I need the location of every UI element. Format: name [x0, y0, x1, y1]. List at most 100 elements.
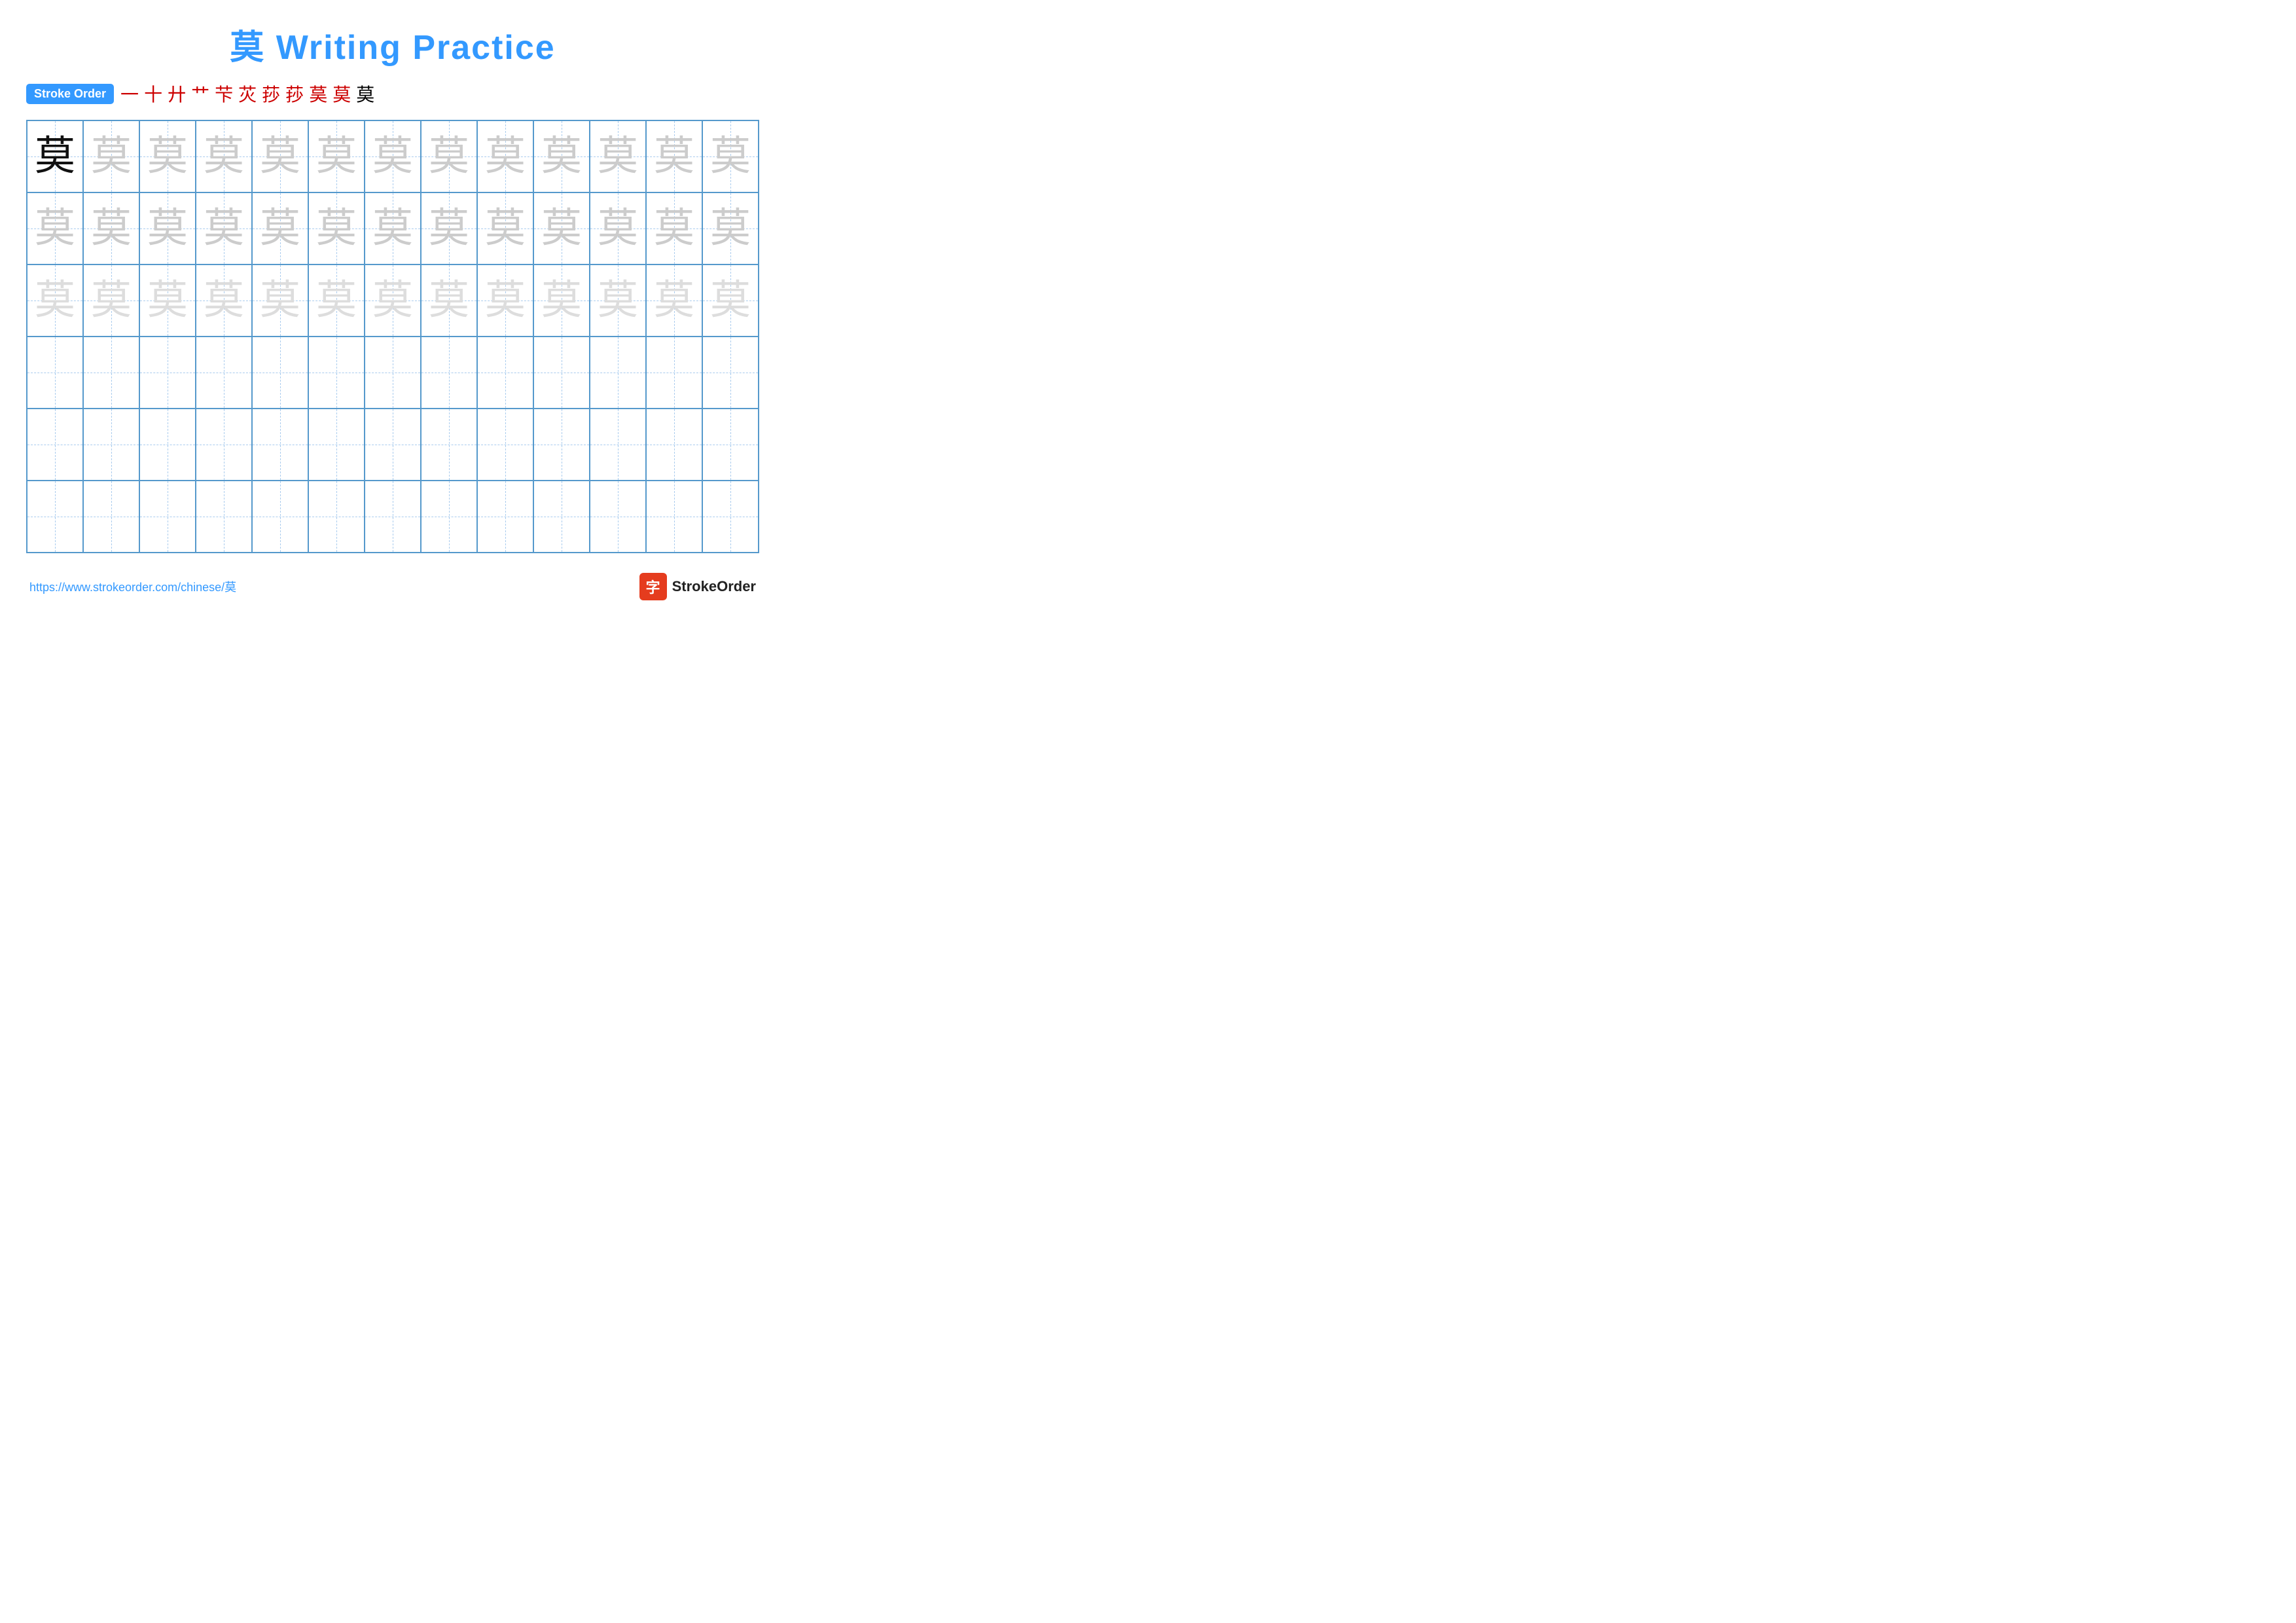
- grid-cell: 莫: [308, 264, 365, 337]
- grid-cell: [83, 337, 139, 409]
- grid-char: 莫: [654, 136, 694, 177]
- grid-cell: 莫: [646, 192, 702, 264]
- grid-char: 莫: [429, 280, 469, 321]
- grid-cell: [477, 409, 533, 481]
- grid-cell: 莫: [252, 120, 308, 192]
- grid-cell: 莫: [308, 192, 365, 264]
- grid-cell: 莫: [27, 120, 83, 192]
- stroke-8: 莏: [285, 81, 304, 107]
- grid-cell: 莫: [365, 264, 421, 337]
- stroke-1: 一: [120, 81, 139, 107]
- grid-cell: [421, 481, 477, 553]
- grid-cell: 莫: [252, 192, 308, 264]
- grid-cell: 莫: [533, 120, 590, 192]
- grid-char: 莫: [485, 136, 526, 177]
- grid-char: 莫: [429, 136, 469, 177]
- stroke-order-badge: Stroke Order: [26, 84, 114, 104]
- grid-cell: [477, 337, 533, 409]
- grid-cell: [252, 481, 308, 553]
- grid-cell: [590, 481, 646, 553]
- grid-cell: 莫: [365, 192, 421, 264]
- grid-char: 莫: [541, 280, 582, 321]
- grid-char: 莫: [35, 136, 75, 177]
- grid-char: 莫: [260, 136, 300, 177]
- grid-cell: 莫: [477, 120, 533, 192]
- page-title: 莫 Writing Practice: [26, 20, 759, 69]
- grid-cell: 莫: [139, 120, 196, 192]
- grid-cell: 莫: [27, 264, 83, 337]
- grid-cell: 莫: [590, 264, 646, 337]
- grid-cell: 莫: [421, 264, 477, 337]
- grid-char: 莫: [316, 208, 357, 249]
- grid-cell: 莫: [590, 192, 646, 264]
- grid-cell: [196, 409, 252, 481]
- grid-cell: [365, 337, 421, 409]
- footer-logo: 字 StrokeOrder: [639, 573, 756, 600]
- grid-cell: 莫: [477, 192, 533, 264]
- grid-cell: [139, 481, 196, 553]
- grid-char: 莫: [147, 136, 188, 177]
- grid-char: 莫: [654, 208, 694, 249]
- grid-cell: 莫: [702, 192, 759, 264]
- grid-cell: [83, 409, 139, 481]
- grid-char: 莫: [147, 280, 188, 321]
- grid-char: 莫: [260, 280, 300, 321]
- grid-cell: 莫: [308, 120, 365, 192]
- grid-cell: [252, 337, 308, 409]
- grid-cell: [533, 481, 590, 553]
- grid-cell: 莫: [533, 264, 590, 337]
- grid-cell: 莫: [421, 192, 477, 264]
- grid-cell: 莫: [477, 264, 533, 337]
- grid-char: 莫: [372, 208, 413, 249]
- grid-cell: 莫: [365, 120, 421, 192]
- grid-char: 莫: [91, 136, 132, 177]
- grid-char: 莫: [147, 208, 188, 249]
- grid-cell: [646, 337, 702, 409]
- footer-url[interactable]: https://www.strokeorder.com/chinese/莫: [29, 578, 236, 595]
- grid-cell: [646, 409, 702, 481]
- stroke-10: 莫: [332, 81, 351, 107]
- grid-cell: [308, 337, 365, 409]
- grid-cell: [477, 481, 533, 553]
- stroke-7: 莏: [262, 81, 280, 107]
- grid-char: 莫: [710, 280, 751, 321]
- grid-cell: 莫: [196, 120, 252, 192]
- grid-char: 莫: [204, 136, 244, 177]
- grid-char: 莫: [485, 280, 526, 321]
- grid-char: 莫: [598, 136, 638, 177]
- grid-cell: [421, 337, 477, 409]
- grid-cell: [590, 337, 646, 409]
- grid-char: 莫: [485, 208, 526, 249]
- grid-char: 莫: [598, 208, 638, 249]
- grid-char: 莫: [710, 136, 751, 177]
- grid-cell: [196, 481, 252, 553]
- grid-char: 莫: [598, 280, 638, 321]
- grid-cell: [196, 337, 252, 409]
- title-char: 莫: [230, 29, 265, 67]
- stroke-3: 廾: [168, 81, 186, 107]
- grid-cell: [702, 409, 759, 481]
- grid-cell: 莫: [139, 264, 196, 337]
- grid-char: 莫: [316, 280, 357, 321]
- grid-char: 莫: [654, 280, 694, 321]
- grid-cell: 莫: [646, 264, 702, 337]
- grid-cell: [139, 337, 196, 409]
- footer: https://www.strokeorder.com/chinese/莫 字 …: [26, 573, 759, 600]
- grid-cell: [533, 337, 590, 409]
- grid-cell: [139, 409, 196, 481]
- grid-cell: 莫: [196, 264, 252, 337]
- grid-cell: [533, 409, 590, 481]
- logo-text: StrokeOrder: [672, 578, 756, 595]
- grid-char: 莫: [316, 136, 357, 177]
- grid-char: 莫: [35, 208, 75, 249]
- grid-cell: 莫: [421, 120, 477, 192]
- grid-cell: [27, 409, 83, 481]
- grid-cell: [702, 337, 759, 409]
- stroke-order-row: Stroke Order 一 十 廾 艹 芐 苂 莏 莏 茣 莫 莫: [26, 81, 759, 107]
- grid-cell: [27, 337, 83, 409]
- grid-cell: 莫: [83, 192, 139, 264]
- grid-cell: 莫: [646, 120, 702, 192]
- grid-char: 莫: [204, 280, 244, 321]
- grid-cell: [308, 409, 365, 481]
- practice-grid: 莫莫莫莫莫莫莫莫莫莫莫莫莫莫莫莫莫莫莫莫莫莫莫莫莫莫莫莫莫莫莫莫莫莫莫莫莫莫莫: [26, 120, 759, 553]
